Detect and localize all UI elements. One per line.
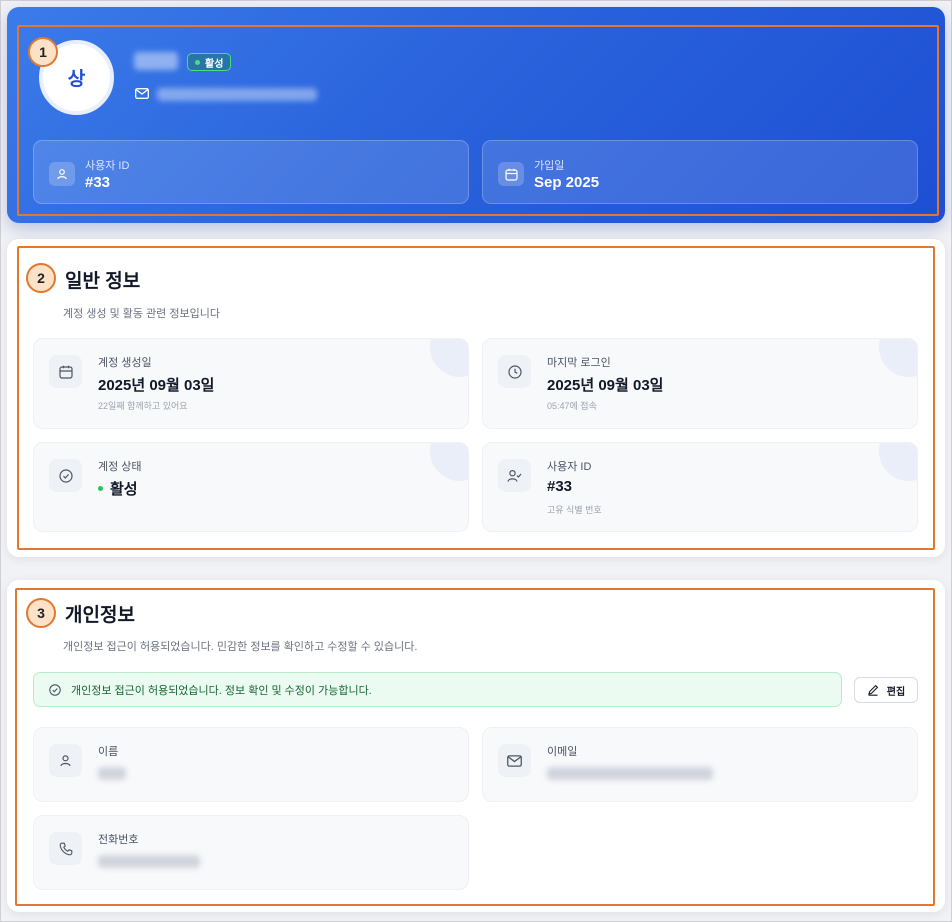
field-name: 이름 [33,727,469,802]
field-name-value-redacted [98,767,126,780]
account-status-text: 활성 [110,481,138,498]
general-info-subtitle: 계정 생성 및 활동 관련 정보입니다 [63,308,220,320]
access-granted-notice: 개인정보 접근이 허용되었습니다. 정보 확인 및 수정이 가능합니다. [33,672,842,707]
field-email: 이메일 [482,727,918,802]
tile-account-status-value: 활성 [98,478,138,499]
user-icon [49,744,82,777]
annotation-marker-1-label: 1 [39,44,47,60]
tile-last-login-value: 2025년 09월 03일 [547,374,663,395]
tile-decoration [879,339,917,377]
status-dot-icon [195,59,200,65]
personal-info-subtitle: 개인정보 접근이 허용되었습니다. 민감한 정보를 확인하고 수정할 수 있습니… [63,641,418,653]
user-check-icon [498,459,531,492]
check-circle-icon [49,683,61,696]
field-phone-label: 전화번호 [98,834,139,846]
stat-user-id-label: 사용자 ID [85,160,130,172]
check-circle-icon [49,459,82,492]
stat-joined-value: Sep 2025 [534,174,600,191]
annotation-marker-2: 2 [26,263,56,293]
edit-button[interactable]: 편집 [854,677,918,703]
status-badge: 활성 [187,53,232,71]
user-email-redacted [157,88,317,101]
user-id-text: #33 [547,478,573,495]
calendar-icon [49,355,82,388]
pencil-icon [868,684,878,696]
field-email-label: 이메일 [547,746,578,758]
mail-icon [498,744,531,777]
stat-joined: 가입일 Sep 2025 [482,140,918,204]
mail-icon [135,88,149,99]
annotation-marker-1: 1 [28,37,58,67]
edit-button-label: 편집 [886,686,906,698]
last-login-text: 2025년 09월 03일 [547,377,664,394]
tile-user-id: 사용자 ID #33 고유 식별 번호 [482,442,918,532]
tile-user-id-sub: 고유 식별 번호 [547,505,602,515]
tile-decoration [879,443,917,481]
access-granted-text: 개인정보 접근이 허용되었습니다. 정보 확인 및 수정이 가능합니다. [71,684,372,697]
phone-icon [49,832,82,865]
stat-user-id: 사용자 ID #33 [33,140,469,204]
clock-icon [498,355,531,388]
general-info-title: 일반 정보 [65,271,141,292]
tile-created-date-label: 계정 생성일 [98,357,152,369]
field-email-value-redacted [547,767,713,780]
tile-created-date: 계정 생성일 2025년 09월 03일 22일째 함께하고 있어요 [33,338,469,429]
stat-joined-label: 가입일 [534,160,565,172]
field-phone-value-redacted [98,855,200,868]
status-dot-icon [98,486,103,491]
tile-last-login-label: 마지막 로그인 [547,357,611,369]
tile-decoration [430,443,468,481]
tile-account-status: 계정 상태 활성 [33,442,469,532]
profile-header: 상 활성 사용자 ID #33 가입일 Sep 2025 [7,7,945,223]
calendar-icon [498,162,524,186]
tile-last-login-sub: 05:47에 접속 [547,401,597,411]
user-name-redacted [134,52,178,70]
stat-user-id-value: #33 [85,174,111,191]
tile-last-login: 마지막 로그인 2025년 09월 03일 05:47에 접속 [482,338,918,429]
personal-info-title: 개인정보 [65,605,135,626]
tile-user-id-value: #33 [547,478,572,495]
field-phone: 전화번호 [33,815,469,890]
avatar-initial: 상 [67,69,86,90]
annotation-marker-2-label: 2 [37,270,45,286]
tile-created-date-sub: 22일째 함께하고 있어요 [98,401,188,411]
created-date-text: 2025년 09월 03일 [98,377,215,394]
field-name-label: 이름 [98,746,119,758]
tile-user-id-label: 사용자 ID [547,461,592,473]
tile-account-status-label: 계정 상태 [98,461,142,473]
annotation-marker-3-label: 3 [37,605,45,621]
user-icon [49,162,75,186]
tile-created-date-value: 2025년 09월 03일 [98,374,214,395]
status-badge-label: 활성 [205,58,224,70]
page-frame: 상 활성 사용자 ID #33 가입일 Sep 2025 1 2 일반 정보 계… [0,0,952,922]
annotation-marker-3: 3 [26,598,56,628]
tile-decoration [430,339,468,377]
